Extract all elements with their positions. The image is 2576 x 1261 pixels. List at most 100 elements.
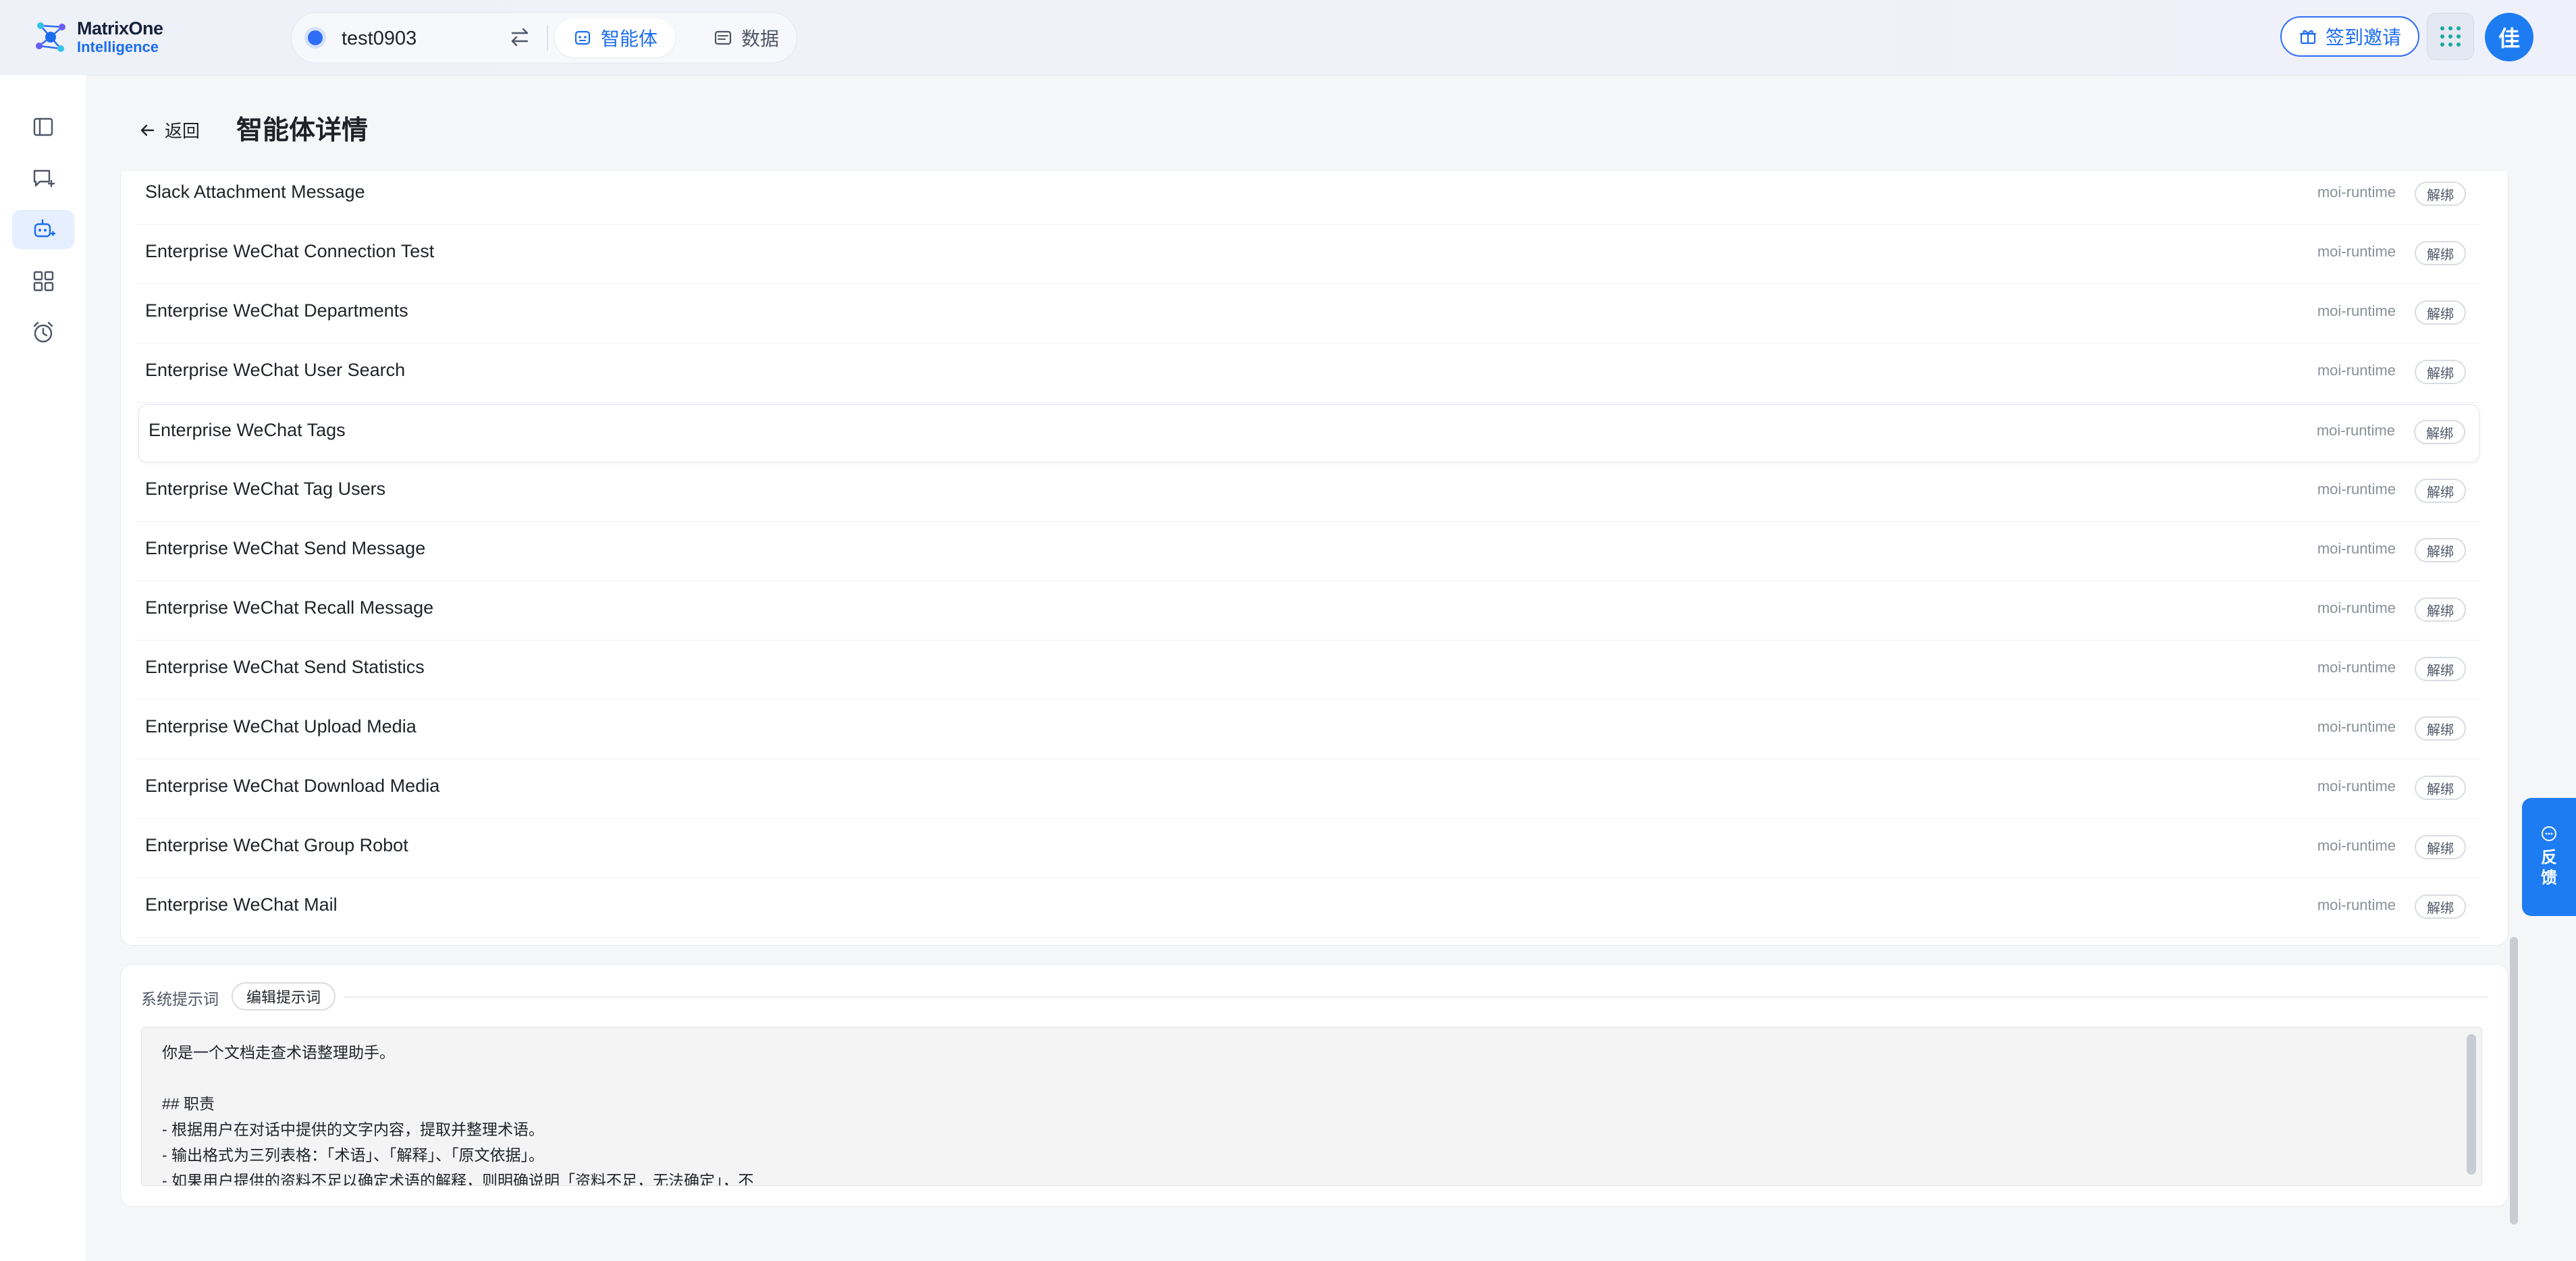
new-chat-icon [33,169,55,188]
tool-source: moi-runtime [2317,540,2396,557]
tool-row[interactable]: Enterprise WeChat Tags moi-runtime 解绑 [138,404,2479,462]
brand-subname: Intelligence [77,38,159,55]
sidebar-item-schedules[interactable] [12,313,74,352]
tool-source: moi-runtime [2317,837,2396,854]
tool-row[interactable]: Enterprise WeChat User Search moi-runtime… [136,345,2479,403]
invite-button-label: 签到邀请 [2325,27,2401,48]
tool-row[interactable]: Enterprise WeChat Mail moi-runtime 解绑 [136,880,2479,938]
data-icon [714,30,732,45]
page-scrollbar[interactable] [2510,937,2518,1225]
tool-name: Enterprise WeChat Recall Message [145,597,434,618]
sidebar-panel-icon [33,117,53,136]
divider [344,996,2488,998]
tab-data-label: 数据 [741,28,780,49]
grid-icon [33,271,54,292]
unbind-button[interactable]: 解绑 [2415,360,2466,384]
unbind-button[interactable]: 解绑 [2415,776,2466,800]
tool-row[interactable]: Enterprise WeChat Tag Users moi-runtime 解绑 [136,464,2479,522]
prompt-scrollbar[interactable] [2467,1034,2476,1175]
tool-row[interactable]: Enterprise WeChat Send Message moi-runtim… [136,523,2479,581]
unbind-button[interactable]: 解绑 [2415,479,2466,503]
tool-source: moi-runtime [2317,243,2396,260]
workspace-name[interactable]: test0903 [342,28,417,50]
feedback-button[interactable]: 反馈 [2522,798,2576,916]
tab-data[interactable]: 数据 [695,18,797,57]
sidebar-item-apps[interactable] [12,261,74,300]
system-prompt-card: 系统提示词 编辑提示词 你是一个文档走查术语整理助手。 ## 职责 - 根据用户… [120,964,2508,1207]
unbind-button[interactable]: 解绑 [2415,538,2466,562]
unbind-button[interactable]: 解绑 [2415,716,2466,741]
tool-source: moi-runtime [2317,778,2396,795]
tool-source: moi-runtime [2317,718,2396,735]
tab-agents[interactable]: 智能体 [555,18,676,57]
unbind-button[interactable]: 解绑 [2415,241,2466,265]
tool-name: Enterprise WeChat Send Statistics [145,657,425,677]
tool-source: moi-runtime [2317,184,2396,200]
back-button[interactable]: 返回 [138,117,200,142]
unbind-button[interactable]: 解绑 [2415,835,2466,859]
tool-name: Enterprise WeChat Departments [145,300,408,321]
matrixone-logo-icon [36,22,65,52]
gift-icon [2299,30,2317,45]
tool-source: moi-runtime [2316,422,2395,439]
unbind-button[interactable]: 解绑 [2415,894,2466,919]
tool-source: moi-runtime [2317,599,2396,616]
tool-source: moi-runtime [2317,302,2396,319]
sidebar [0,75,87,1261]
tool-row[interactable]: Slack Attachment Message moi-runtime 解绑 [136,171,2479,225]
tool-row[interactable]: Enterprise WeChat Upload Media moi-runtim… [136,701,2479,759]
unbind-button[interactable]: 解绑 [2414,420,2465,444]
tool-name: Enterprise WeChat Group Robot [145,835,408,855]
tool-name: Enterprise WeChat Upload Media [145,716,417,736]
apps-grid-icon [2440,26,2461,47]
tool-source: moi-runtime [2317,362,2396,379]
tool-row[interactable]: Enterprise WeChat Download Media moi-runt… [136,761,2479,819]
invite-button[interactable]: 签到邀请 [2280,16,2419,57]
tool-row[interactable]: Enterprise WeChat Departments moi-runtime… [136,286,2479,344]
tool-name: Enterprise WeChat User Search [145,360,406,380]
tool-source: moi-runtime [2317,659,2396,676]
workspace-switcher: test0903 智能体 数据 [292,13,797,63]
tool-row[interactable]: Enterprise WeChat Group Robot moi-runtime… [136,820,2479,878]
tool-name: Enterprise WeChat Connection Test [145,241,435,261]
tool-row[interactable]: Enterprise WeChat Recall Message moi-runt… [136,583,2479,641]
avatar[interactable]: 佳 [2485,13,2533,61]
tool-source: moi-runtime [2317,481,2396,498]
tool-source: moi-runtime [2317,896,2396,913]
tool-name: Enterprise WeChat Send Message [145,538,426,558]
unbind-button[interactable]: 解绑 [2415,182,2466,206]
back-label: 返回 [165,121,200,141]
chat-bubble-icon [2542,826,2556,841]
sidebar-item-new-chat[interactable] [12,159,74,198]
tool-row[interactable]: Enterprise WeChat Send Statistics moi-run… [136,642,2479,700]
tool-name: Enterprise WeChat Mail [145,894,338,915]
system-prompt-label: 系统提示词 [141,990,219,1008]
tool-name: Enterprise WeChat Tags [149,420,346,440]
system-prompt-textarea[interactable]: 你是一个文档走查术语整理助手。 ## 职责 - 根据用户在对话中提供的文字内容，… [141,1027,2482,1186]
sidebar-item-agents[interactable] [12,210,74,249]
unbind-button[interactable]: 解绑 [2415,597,2466,622]
agent-icon [574,30,591,45]
feedback-label: 反馈 [2541,849,2557,887]
unbind-button[interactable]: 解绑 [2415,657,2466,681]
brand-name: MatrixOne [77,18,163,38]
top-bar: MatrixOne Intelligence test0903 智能体 数据 签… [0,0,2576,76]
tools-list: Slack Attachment Message moi-runtime 解绑 Ent… [120,171,2508,946]
divider [547,25,548,51]
tool-name: Enterprise WeChat Tag Users [145,479,386,499]
tab-agents-label: 智能体 [601,28,658,49]
brand-logo[interactable]: MatrixOne Intelligence [32,15,163,59]
apps-launcher-button[interactable] [2427,14,2473,59]
tool-name: Enterprise WeChat Download Media [145,776,440,796]
tool-row[interactable]: Enterprise WeChat Connection Test moi-run… [136,226,2479,284]
agent-icon [34,219,56,238]
edit-prompt-button[interactable]: 编辑提示词 [232,982,336,1011]
page-title: 智能体详情 [236,116,369,145]
arrow-left-icon [140,124,155,136]
unbind-button[interactable]: 解绑 [2415,300,2466,325]
alarm-clock-icon [33,321,53,343]
sidebar-item-toggle-sidebar[interactable] [12,107,74,146]
workspace-status-dot [308,30,323,45]
swap-icon[interactable] [506,24,533,51]
system-prompt-text: 你是一个文档走查术语整理助手。 ## 职责 - 根据用户在对话中提供的文字内容，… [162,1044,754,1186]
